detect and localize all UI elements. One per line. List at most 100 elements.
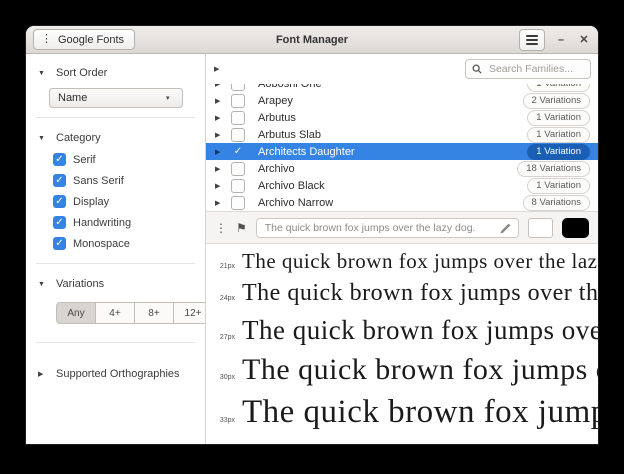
waterfall-row: 24px The quick brown fox jumps over the … — [210, 280, 598, 308]
expander-icon[interactable]: ▶ — [215, 97, 231, 105]
category-item-label: Serif — [73, 154, 96, 166]
checkbox-monospace[interactable]: ✓ — [53, 237, 66, 250]
font-name: Arapey — [258, 95, 523, 107]
font-name: Arbutus — [258, 112, 527, 124]
hamburger-icon — [526, 39, 538, 41]
font-family-list[interactable]: ▶ Aoboshi One 1 Variation ▶ Arapey 2 Var… — [206, 84, 598, 211]
category-item-sans-serif[interactable]: ✓ Sans Serif — [26, 170, 205, 191]
variation-count-badge: 1 Variation — [527, 178, 590, 194]
search-input[interactable] — [487, 62, 584, 76]
category-item-label: Handwriting — [73, 217, 131, 229]
category-item-monospace[interactable]: ✓ Monospace — [26, 233, 205, 254]
font-checkbox[interactable] — [231, 94, 245, 108]
category-item-handwriting[interactable]: ✓ Handwriting — [26, 212, 205, 233]
variation-count-badge: 18 Variations — [517, 161, 590, 177]
font-row[interactable]: ▶ Archivo Narrow 8 Variations — [206, 194, 598, 211]
checkbox-handwriting[interactable]: ✓ — [53, 216, 66, 229]
font-browser-pane: ▶ ▶ Aoboshi One 1 Variation — [206, 54, 598, 444]
font-row-selected[interactable]: ▶ ✓ Architects Daughter 1 Variation — [206, 143, 598, 160]
font-row[interactable]: ▶ Arbutus Slab 1 Variation — [206, 126, 598, 143]
variation-count-badge: 2 Variations — [523, 93, 590, 109]
expander-icon[interactable]: ▶ — [215, 131, 231, 139]
font-row[interactable]: ▶ Arbutus 1 Variation — [206, 109, 598, 126]
background-color-swatch[interactable] — [562, 218, 589, 238]
waterfall-preview[interactable]: 21px The quick brown fox jumps over the … — [206, 244, 598, 444]
size-label: 21px — [210, 263, 235, 270]
expander-icon[interactable]: ▶ — [215, 165, 231, 173]
chevron-down-icon: ▼ — [38, 135, 46, 142]
chevron-right-icon: ▶ — [38, 370, 46, 378]
desktop-background: Font Manager ⋮ Google Fonts – ✕ ▼ Sort O… — [0, 0, 624, 474]
variations-filter-any[interactable]: Any — [56, 302, 96, 324]
font-checkbox[interactable] — [231, 84, 245, 91]
size-label: 33px — [210, 417, 235, 424]
sort-order-section-header[interactable]: ▼ Sort Order — [26, 62, 205, 84]
hamburger-menu-button[interactable] — [519, 29, 545, 51]
preview-text-input[interactable] — [263, 221, 496, 235]
orthographies-section-header[interactable]: ▶ Supported Orthographies — [26, 363, 205, 385]
font-name: Arbutus Slab — [258, 129, 527, 141]
variations-filter-4plus[interactable]: 4+ — [95, 302, 135, 324]
expand-all-icon[interactable]: ▶ — [214, 65, 222, 73]
expander-icon[interactable]: ▶ — [215, 148, 231, 156]
variation-count-badge: 1 Variation — [527, 110, 590, 126]
preview-menu-icon[interactable]: ⋮ — [215, 222, 227, 234]
category-item-serif[interactable]: ✓ Serif — [26, 149, 205, 170]
font-checkbox[interactable] — [231, 128, 245, 142]
category-label: Category — [56, 132, 101, 144]
dropdown-arrow-icon: ▾ — [166, 94, 174, 102]
flag-icon[interactable]: ⚑ — [236, 222, 247, 234]
chevron-down-icon: ▼ — [38, 70, 46, 77]
font-row[interactable]: ▶ Aoboshi One 1 Variation — [206, 84, 598, 92]
divider — [36, 263, 195, 264]
waterfall-row: 37px The quick brown fox jumps over the … — [210, 439, 598, 444]
waterfall-row: 21px The quick brown fox jumps over the … — [210, 249, 598, 273]
checkbox-sans-serif[interactable]: ✓ — [53, 174, 66, 187]
variations-filter-12plus[interactable]: 12+ — [173, 302, 206, 324]
search-box[interactable] — [465, 59, 591, 79]
expander-icon[interactable]: ▶ — [215, 199, 231, 207]
category-section-header[interactable]: ▼ Category — [26, 127, 205, 149]
font-row[interactable]: ▶ Archivo 18 Variations — [206, 160, 598, 177]
font-checkbox[interactable] — [231, 179, 245, 193]
font-checkbox[interactable] — [231, 196, 245, 210]
size-label: 30px — [210, 374, 235, 381]
close-button[interactable]: ✕ — [577, 33, 591, 46]
font-checkbox-checked[interactable]: ✓ — [231, 145, 245, 159]
edit-pencil-icon — [500, 222, 512, 234]
font-checkbox[interactable] — [231, 111, 245, 125]
waterfall-row: 33px The quick brown fox jumps over the … — [210, 394, 598, 432]
category-item-label: Monospace — [73, 238, 130, 250]
font-name: Archivo Narrow — [258, 197, 523, 209]
font-name: Aoboshi One — [258, 84, 527, 90]
waterfall-row: 30px The quick brown fox jumps over the … — [210, 353, 598, 388]
sort-order-label: Sort Order — [56, 67, 107, 79]
preview-text: The quick brown fox jumps over the lazy … — [242, 315, 598, 346]
window-controls: – ✕ — [519, 29, 591, 51]
google-fonts-button[interactable]: ⋮ Google Fonts — [33, 29, 135, 50]
variations-filter-8plus[interactable]: 8+ — [134, 302, 174, 324]
category-item-display[interactable]: ✓ Display — [26, 191, 205, 212]
check-icon: ✓ — [55, 155, 63, 165]
preview-text-entry[interactable] — [256, 218, 519, 238]
variations-section-header[interactable]: ▼ Variations — [26, 273, 205, 295]
checkbox-serif[interactable]: ✓ — [53, 153, 66, 166]
preview-text: The quick brown fox jumps over the lazy … — [242, 394, 598, 432]
minimize-button[interactable]: – — [554, 34, 568, 46]
font-row[interactable]: ▶ Arapey 2 Variations — [206, 92, 598, 109]
variation-count-badge: 8 Variations — [523, 195, 590, 211]
font-row[interactable]: ▶ Archivo Black 1 Variation — [206, 177, 598, 194]
check-icon: ✓ — [55, 218, 63, 228]
check-icon: ✓ — [55, 239, 63, 249]
foreground-color-swatch[interactable] — [528, 218, 553, 238]
font-checkbox[interactable] — [231, 162, 245, 176]
sort-order-dropdown[interactable]: Name ▾ — [49, 88, 183, 108]
font-list-header: ▶ — [206, 54, 598, 84]
checkbox-display[interactable]: ✓ — [53, 195, 66, 208]
font-manager-window: Font Manager ⋮ Google Fonts – ✕ ▼ Sort O… — [26, 26, 598, 444]
expander-icon[interactable]: ▶ — [215, 114, 231, 122]
expander-icon[interactable]: ▶ — [215, 182, 231, 190]
preview-text: The quick brown fox jumps over the lazy … — [242, 249, 598, 273]
expander-icon[interactable]: ▶ — [215, 84, 231, 88]
filter-sidebar: ▼ Sort Order Name ▾ ▼ Category ✓ Serif — [26, 54, 206, 444]
